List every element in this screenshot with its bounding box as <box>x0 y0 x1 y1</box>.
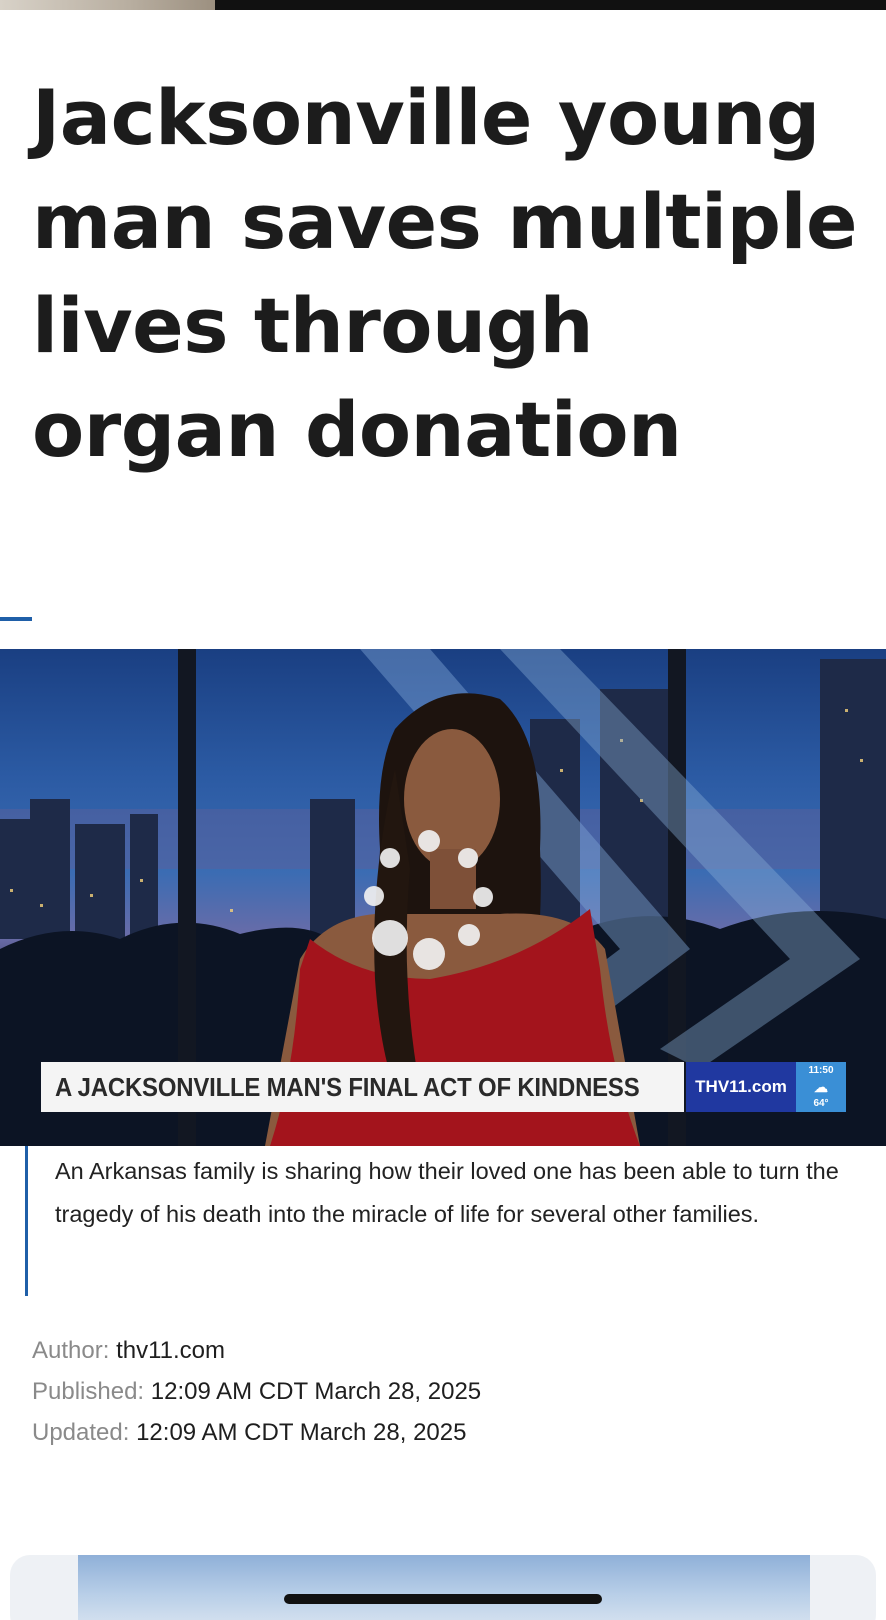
previous-content-strip <box>0 0 886 10</box>
clock-time: 11:50 <box>808 1065 834 1076</box>
station-logo-text: THV11.com <box>695 1077 787 1096</box>
published-label: Published: <box>32 1378 145 1405</box>
published-date: 12:09 AM CDT March 28, 2025 <box>150 1378 482 1405</box>
cloud-icon: ☁ <box>814 1079 828 1095</box>
author-label: Author: <box>32 1337 110 1364</box>
lower-third-text: A JACKSONVILLE MAN'S FINAL ACT OF KINDNE… <box>55 1071 640 1102</box>
article-headline: Jacksonville young man saves multiple li… <box>32 73 858 474</box>
updated-date: 12:09 AM CDT March 28, 2025 <box>136 1419 467 1446</box>
article-meta: Author: thv11.com Published: 12:09 AM CD… <box>32 1330 481 1453</box>
temperature: 64° <box>813 1098 829 1109</box>
updated-row: Updated: 12:09 AM CDT March 28, 2025 <box>32 1412 481 1453</box>
author-name[interactable]: thv11.com <box>116 1337 225 1364</box>
previous-thumbnail <box>0 0 215 10</box>
next-article-card[interactable] <box>10 1555 876 1620</box>
article-summary: An Arkansas family is sharing how their … <box>25 1146 886 1296</box>
summary-text: An Arkansas family is sharing how their … <box>55 1158 839 1227</box>
lower-third-banner: A JACKSONVILLE MAN'S FINAL ACT OF KINDNE… <box>41 1062 684 1112</box>
loading-spinner-icon <box>364 820 510 980</box>
published-row: Published: 12:09 AM CDT March 28, 2025 <box>32 1371 481 1412</box>
updated-label: Updated: <box>32 1419 130 1446</box>
next-article-image <box>78 1555 810 1620</box>
station-logo: THV11.com <box>686 1062 796 1112</box>
author-row: Author: thv11.com <box>32 1330 481 1371</box>
home-indicator[interactable] <box>284 1594 602 1604</box>
weather-bug: 11:50 ☁ 64° <box>796 1062 846 1112</box>
headline-accent-bar <box>0 617 32 621</box>
